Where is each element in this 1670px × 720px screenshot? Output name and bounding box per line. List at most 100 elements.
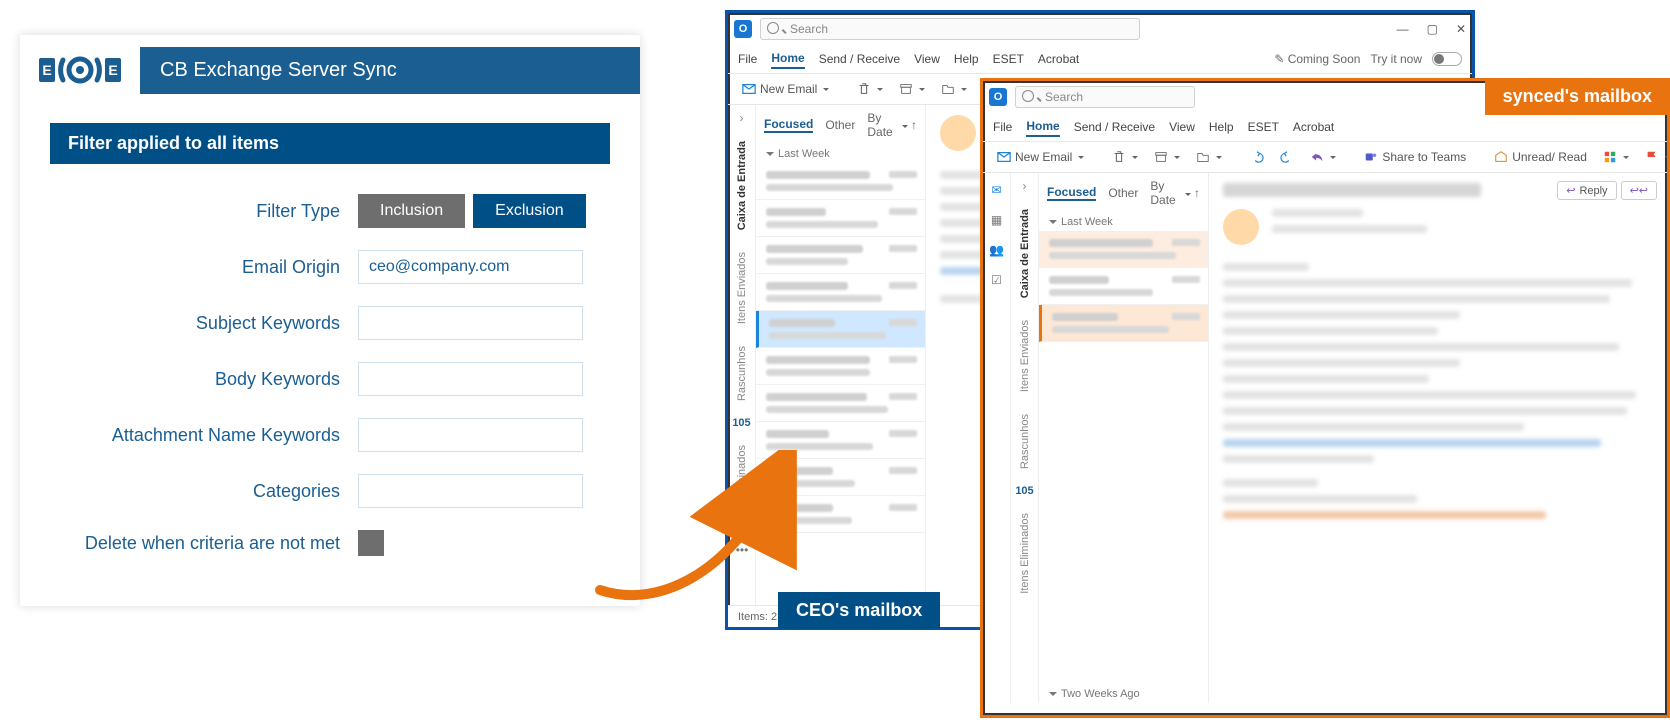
message-item[interactable] bbox=[756, 385, 925, 422]
sender-avatar bbox=[940, 115, 976, 151]
minimize-button[interactable]: — bbox=[1397, 22, 1409, 36]
menu-file[interactable]: File bbox=[738, 50, 757, 68]
message-item-selected[interactable] bbox=[1039, 305, 1208, 342]
sort-button[interactable]: By Date ↑ bbox=[867, 111, 917, 139]
sent-tab[interactable]: Itens Enviados bbox=[736, 246, 748, 330]
redo-icon bbox=[1280, 150, 1294, 164]
inbox-tab[interactable]: Caixa de Entrada bbox=[736, 135, 748, 236]
inclusion-button[interactable]: Inclusion bbox=[358, 194, 465, 228]
move-button[interactable] bbox=[935, 79, 973, 99]
share-teams-button[interactable]: Share to Teams bbox=[1358, 147, 1472, 167]
menu-view[interactable]: View bbox=[914, 50, 940, 68]
search-icon bbox=[767, 22, 784, 37]
move-button[interactable] bbox=[1190, 147, 1228, 167]
titlebar-search[interactable]: Search bbox=[1015, 86, 1195, 108]
mail-icon[interactable]: ✉ bbox=[991, 183, 1001, 197]
menu-acrobat[interactable]: Acrobat bbox=[1038, 50, 1079, 68]
close-button[interactable]: ✕ bbox=[1456, 22, 1466, 36]
reply-button[interactable]: ↩Reply bbox=[1557, 181, 1616, 200]
other-tab[interactable]: Other bbox=[825, 118, 855, 132]
archive-button[interactable] bbox=[1148, 147, 1186, 167]
attachment-keywords-input[interactable] bbox=[358, 418, 583, 452]
group-header[interactable]: Last Week bbox=[756, 145, 925, 163]
menu-home[interactable]: Home bbox=[1026, 117, 1059, 137]
follow-up-button[interactable] bbox=[1639, 147, 1667, 167]
drafts-tab[interactable]: Rascunhos bbox=[736, 340, 748, 407]
archive-icon bbox=[899, 82, 913, 96]
attachment-keywords-label: Attachment Name Keywords bbox=[60, 425, 340, 446]
filter-section-header: Filter applied to all items bbox=[50, 123, 610, 164]
calendar-icon[interactable]: ▦ bbox=[991, 213, 1002, 227]
group-header[interactable]: Last Week bbox=[1039, 213, 1208, 231]
todo-icon[interactable]: ☑ bbox=[991, 273, 1002, 287]
reply-split-button[interactable] bbox=[1304, 147, 1342, 167]
ceo-mailbox-tag: CEO's mailbox bbox=[778, 592, 940, 629]
menu-file[interactable]: File bbox=[993, 118, 1012, 136]
group-header[interactable]: Two Weeks Ago bbox=[1039, 685, 1208, 703]
sent-tab[interactable]: Itens Enviados bbox=[1019, 314, 1031, 398]
reply-all-button[interactable]: ↩↩ bbox=[1621, 181, 1657, 200]
delete-button[interactable] bbox=[1106, 147, 1144, 167]
body-keywords-label: Body Keywords bbox=[60, 369, 340, 390]
folder-tabs: › Caixa de Entrada Itens Enviados Rascun… bbox=[1011, 173, 1039, 703]
collapse-icon[interactable]: › bbox=[740, 111, 744, 125]
menu-send-receive[interactable]: Send / Receive bbox=[1074, 118, 1155, 136]
unread-read-button[interactable]: Unread/ Read bbox=[1488, 147, 1593, 167]
redo-button[interactable] bbox=[1274, 147, 1300, 167]
reading-subject bbox=[1223, 183, 1481, 197]
reading-pane: ↩Reply ↩↩ bbox=[1209, 173, 1667, 703]
cb-logo: E E bbox=[20, 35, 140, 105]
new-email-button[interactable]: New Email bbox=[736, 79, 835, 99]
categorize-button[interactable] bbox=[1597, 147, 1635, 167]
other-tab[interactable]: Other bbox=[1108, 186, 1138, 200]
archive-button[interactable] bbox=[893, 79, 931, 99]
collapse-icon[interactable]: › bbox=[1023, 179, 1027, 193]
message-item[interactable] bbox=[1039, 268, 1208, 305]
email-origin-input[interactable] bbox=[358, 250, 583, 284]
new-email-button[interactable]: New Email bbox=[991, 147, 1090, 167]
menu-send-receive[interactable]: Send / Receive bbox=[819, 50, 900, 68]
message-item[interactable] bbox=[1039, 231, 1208, 268]
menu-view[interactable]: View bbox=[1169, 118, 1195, 136]
menu-help[interactable]: Help bbox=[1209, 118, 1234, 136]
exclusion-button[interactable]: Exclusion bbox=[473, 194, 585, 228]
focused-tab[interactable]: Focused bbox=[764, 117, 813, 133]
focused-tab[interactable]: Focused bbox=[1047, 185, 1096, 201]
menu-eset[interactable]: ESET bbox=[993, 50, 1024, 68]
try-it-toggle[interactable] bbox=[1432, 52, 1462, 66]
deleted-tab[interactable]: Itens Eliminados bbox=[1019, 507, 1031, 600]
deleted-count: 105 bbox=[1015, 485, 1033, 497]
people-icon[interactable]: 👥 bbox=[989, 243, 1004, 257]
maximize-button[interactable]: ▢ bbox=[1427, 22, 1438, 36]
subject-keywords-input[interactable] bbox=[358, 306, 583, 340]
message-item[interactable] bbox=[756, 163, 925, 200]
message-list: Focused Other By Date ↑ Last Week Two We… bbox=[1039, 173, 1209, 703]
nav-rail: ✉ ▦ 👥 ☑ bbox=[983, 173, 1011, 703]
message-item[interactable] bbox=[756, 200, 925, 237]
menu-home[interactable]: Home bbox=[771, 49, 804, 69]
sender-avatar bbox=[1223, 209, 1259, 245]
undo-icon bbox=[1250, 150, 1264, 164]
message-item[interactable] bbox=[756, 237, 925, 274]
delete-button[interactable] bbox=[851, 79, 889, 99]
inbox-tab[interactable]: Caixa de Entrada bbox=[1019, 203, 1031, 304]
undo-button[interactable] bbox=[1244, 147, 1270, 167]
email-origin-label: Email Origin bbox=[60, 257, 340, 278]
mail-icon bbox=[997, 150, 1011, 164]
try-it-label: Try it now bbox=[1370, 52, 1422, 66]
menu-help[interactable]: Help bbox=[954, 50, 979, 68]
message-item[interactable] bbox=[756, 348, 925, 385]
categories-input[interactable] bbox=[358, 474, 583, 508]
message-item-selected[interactable] bbox=[756, 311, 925, 348]
drafts-tab[interactable]: Rascunhos bbox=[1019, 408, 1031, 475]
body-keywords-input[interactable] bbox=[358, 362, 583, 396]
flag-icon bbox=[1645, 150, 1659, 164]
menu-acrobat[interactable]: Acrobat bbox=[1293, 118, 1334, 136]
sort-button[interactable]: By Date ↑ bbox=[1150, 179, 1200, 207]
titlebar-search[interactable]: Search bbox=[760, 18, 1140, 40]
message-item[interactable] bbox=[756, 274, 925, 311]
menu-eset[interactable]: ESET bbox=[1248, 118, 1279, 136]
folder-move-icon bbox=[941, 82, 955, 96]
delete-checkbox[interactable] bbox=[358, 530, 384, 556]
sync-arrow bbox=[580, 450, 800, 630]
